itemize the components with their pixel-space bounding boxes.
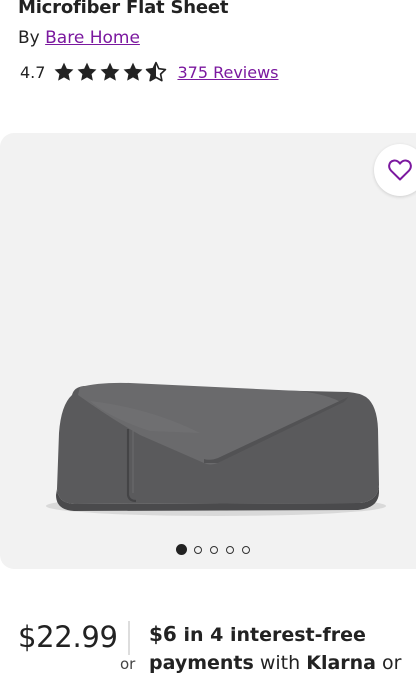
reviews-link[interactable]: 375 Reviews xyxy=(177,63,278,82)
heart-outline-icon xyxy=(388,159,412,181)
installment-text: in 4 interest-free xyxy=(176,624,366,646)
pagination-dot[interactable] xyxy=(210,545,218,554)
installment-offer: $6 in 4 interest-free xyxy=(149,622,366,646)
klarna-label[interactable]: Klarna xyxy=(306,652,376,674)
installment-payments: payments xyxy=(149,652,254,674)
star-icon xyxy=(78,62,97,81)
star-icon xyxy=(124,62,143,81)
installment-or: or xyxy=(376,652,402,674)
rating-row: 4.7 375 Reviews xyxy=(20,60,279,84)
pagination-dot[interactable] xyxy=(226,545,234,554)
pagination-dot[interactable] xyxy=(242,545,250,554)
star-icon xyxy=(55,62,74,81)
brand-byline: By Bare Home xyxy=(18,28,140,48)
installment-offer-line2: payments with Klarna or xyxy=(149,652,401,674)
half-star-icon xyxy=(146,61,167,82)
gallery-pagination xyxy=(176,544,258,555)
product-title: Microfiber Flat Sheet xyxy=(18,0,229,18)
brand-link[interactable]: Bare Home xyxy=(45,28,140,48)
price-divider xyxy=(128,621,130,655)
by-label: By xyxy=(18,28,40,48)
pagination-dot[interactable] xyxy=(194,545,202,554)
or-text: or xyxy=(120,655,136,673)
product-image xyxy=(46,382,386,516)
rating-value: 4.7 xyxy=(20,62,46,82)
star-icon xyxy=(101,62,120,81)
product-price: $22.99 xyxy=(18,620,118,654)
installment-amount: $6 xyxy=(149,622,177,646)
star-rating[interactable] xyxy=(53,61,168,83)
installment-with: with xyxy=(253,652,307,674)
pagination-dot-active[interactable] xyxy=(176,544,187,555)
